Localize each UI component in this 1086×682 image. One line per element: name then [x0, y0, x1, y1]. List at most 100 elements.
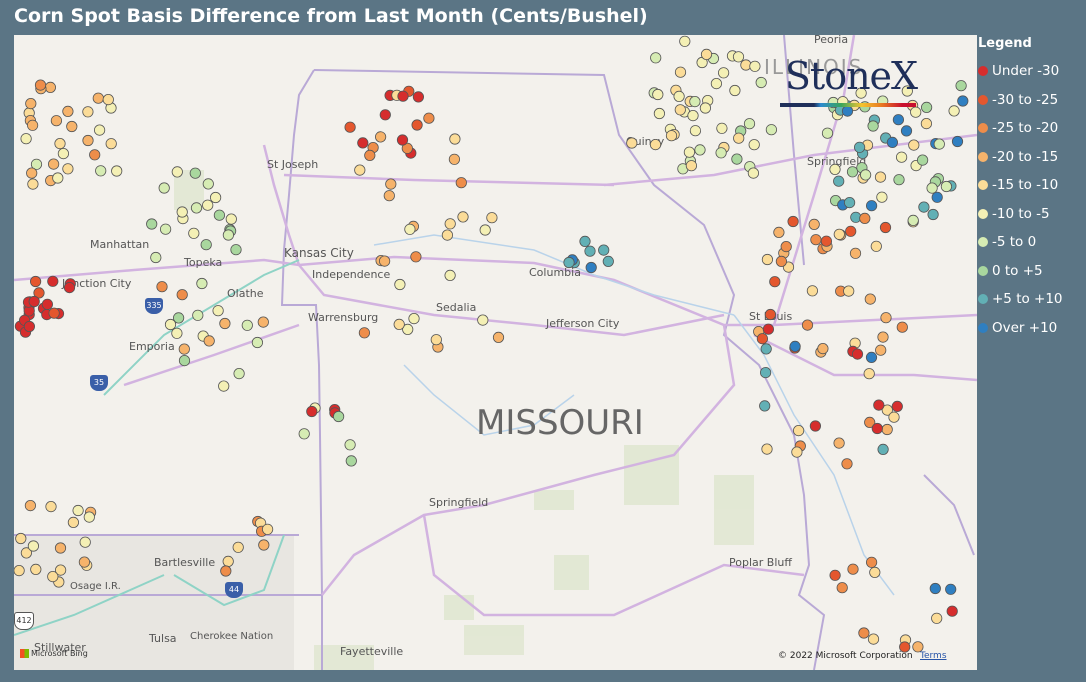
basis-point-marker[interactable]	[864, 293, 876, 305]
basis-point-marker[interactable]	[486, 212, 498, 224]
basis-point-marker[interactable]	[25, 97, 37, 110]
basis-point-marker[interactable]	[396, 134, 409, 146]
basis-point-marker[interactable]	[212, 305, 224, 317]
basis-point-marker[interactable]	[940, 180, 953, 193]
basis-point-marker[interactable]	[867, 633, 880, 645]
basis-point-marker[interactable]	[28, 295, 40, 308]
basis-point-marker[interactable]	[150, 251, 162, 264]
basis-point-marker[interactable]	[232, 541, 244, 553]
basis-point-marker[interactable]	[50, 115, 63, 127]
basis-point-marker[interactable]	[710, 77, 723, 90]
basis-point-marker[interactable]	[808, 218, 820, 230]
basis-point-marker[interactable]	[626, 137, 638, 149]
basis-point-marker[interactable]	[62, 163, 74, 175]
basis-point-marker[interactable]	[213, 209, 225, 221]
basis-point-marker[interactable]	[176, 206, 188, 218]
basis-point-marker[interactable]	[306, 405, 318, 418]
basis-point-marker[interactable]	[652, 88, 664, 101]
basis-point-marker[interactable]	[759, 400, 771, 412]
basis-point-marker[interactable]	[873, 399, 885, 411]
basis-point-marker[interactable]	[63, 282, 76, 294]
basis-point-marker[interactable]	[689, 95, 701, 108]
basis-point-marker[interactable]	[47, 275, 59, 287]
basis-point-marker[interactable]	[192, 309, 204, 321]
basis-point-marker[interactable]	[344, 121, 356, 133]
basis-point-marker[interactable]	[364, 149, 376, 162]
basis-point-marker[interactable]	[156, 281, 168, 293]
basis-point-marker[interactable]	[492, 331, 505, 343]
basis-point-marker[interactable]	[945, 583, 957, 595]
basis-point-marker[interactable]	[843, 285, 855, 297]
basis-point-marker[interactable]	[847, 563, 859, 575]
basis-point-marker[interactable]	[52, 172, 64, 184]
legend-item[interactable]: Over +10	[978, 314, 1084, 343]
basis-point-marker[interactable]	[457, 211, 469, 223]
basis-point-marker[interactable]	[759, 366, 772, 379]
basis-point-marker[interactable]	[94, 124, 106, 136]
basis-point-marker[interactable]	[354, 164, 366, 176]
basis-point-marker[interactable]	[748, 139, 760, 151]
basis-point-marker[interactable]	[789, 340, 801, 352]
basis-point-marker[interactable]	[665, 130, 678, 142]
basis-point-marker[interactable]	[218, 380, 230, 392]
basis-point-marker[interactable]	[477, 314, 489, 326]
basis-point-marker[interactable]	[222, 555, 234, 568]
basis-point-marker[interactable]	[189, 167, 201, 179]
basis-point-marker[interactable]	[411, 119, 423, 131]
basis-point-marker[interactable]	[54, 542, 67, 554]
basis-point-marker[interactable]	[694, 144, 706, 156]
basis-point-marker[interactable]	[892, 114, 905, 126]
basis-point-marker[interactable]	[841, 458, 853, 470]
basis-point-marker[interactable]	[865, 556, 878, 568]
basis-point-marker[interactable]	[196, 277, 208, 290]
basis-point-marker[interactable]	[653, 107, 666, 120]
basis-point-marker[interactable]	[865, 351, 878, 363]
basis-point-marker[interactable]	[733, 132, 745, 144]
legend-item[interactable]: -15 to -10	[978, 171, 1084, 200]
basis-point-marker[interactable]	[918, 201, 930, 213]
basis-point-marker[interactable]	[111, 165, 123, 177]
basis-point-marker[interactable]	[679, 35, 691, 47]
basis-point-marker[interactable]	[225, 213, 237, 225]
basis-point-marker[interactable]	[23, 320, 35, 333]
legend-item[interactable]: Under -30	[978, 57, 1084, 86]
basis-point-marker[interactable]	[859, 169, 872, 181]
basis-point-marker[interactable]	[955, 80, 967, 92]
basis-point-marker[interactable]	[82, 134, 94, 147]
basis-point-marker[interactable]	[926, 182, 938, 194]
basis-point-marker[interactable]	[674, 66, 687, 78]
basis-point-marker[interactable]	[687, 110, 699, 122]
basis-point-marker[interactable]	[650, 52, 662, 64]
basis-point-marker[interactable]	[731, 153, 743, 165]
basis-point-marker[interactable]	[66, 120, 78, 133]
basis-point-marker[interactable]	[585, 261, 597, 274]
basis-point-marker[interactable]	[674, 104, 686, 116]
basis-point-marker[interactable]	[30, 275, 42, 288]
basis-point-marker[interactable]	[41, 298, 54, 310]
basis-point-marker[interactable]	[863, 368, 875, 380]
basis-point-marker[interactable]	[178, 354, 191, 367]
basis-point-marker[interactable]	[821, 127, 834, 139]
basis-point-marker[interactable]	[222, 229, 234, 241]
basis-point-marker[interactable]	[146, 218, 158, 230]
basis-point-marker[interactable]	[867, 120, 879, 132]
basis-point-marker[interactable]	[761, 253, 774, 266]
basis-point-marker[interactable]	[332, 410, 345, 423]
basis-point-marker[interactable]	[729, 84, 741, 97]
basis-point-marker[interactable]	[54, 138, 66, 150]
basis-point-marker[interactable]	[344, 439, 356, 451]
basis-point-marker[interactable]	[931, 612, 943, 624]
basis-point-marker[interactable]	[105, 138, 117, 150]
basis-point-marker[interactable]	[410, 251, 422, 263]
basis-point-marker[interactable]	[72, 504, 84, 517]
basis-point-marker[interactable]	[455, 177, 467, 189]
basis-point-marker[interactable]	[412, 91, 424, 103]
basis-point-marker[interactable]	[765, 124, 778, 136]
basis-point-marker[interactable]	[393, 318, 405, 330]
basis-point-marker[interactable]	[67, 516, 80, 528]
basis-point-marker[interactable]	[876, 191, 888, 203]
basis-point-marker[interactable]	[62, 105, 74, 118]
basis-point-marker[interactable]	[79, 536, 91, 548]
basis-point-marker[interactable]	[241, 319, 253, 331]
basis-point-marker[interactable]	[715, 147, 727, 159]
